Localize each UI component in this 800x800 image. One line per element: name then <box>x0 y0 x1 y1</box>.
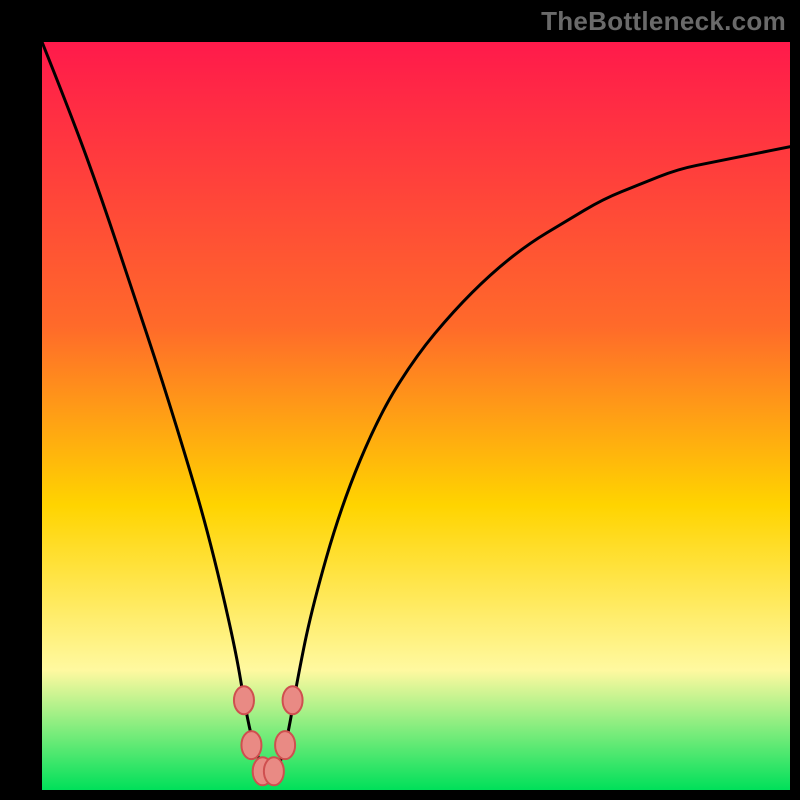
watermark-text: TheBottleneck.com <box>541 6 786 37</box>
plot-area <box>42 42 790 790</box>
curve-marker <box>241 731 261 759</box>
curve-marker <box>275 731 295 759</box>
gradient-background <box>42 42 790 790</box>
curve-marker <box>283 686 303 714</box>
curve-marker <box>264 757 284 785</box>
curve-marker <box>234 686 254 714</box>
plot-svg <box>42 42 790 790</box>
chart-frame: TheBottleneck.com <box>0 0 800 800</box>
